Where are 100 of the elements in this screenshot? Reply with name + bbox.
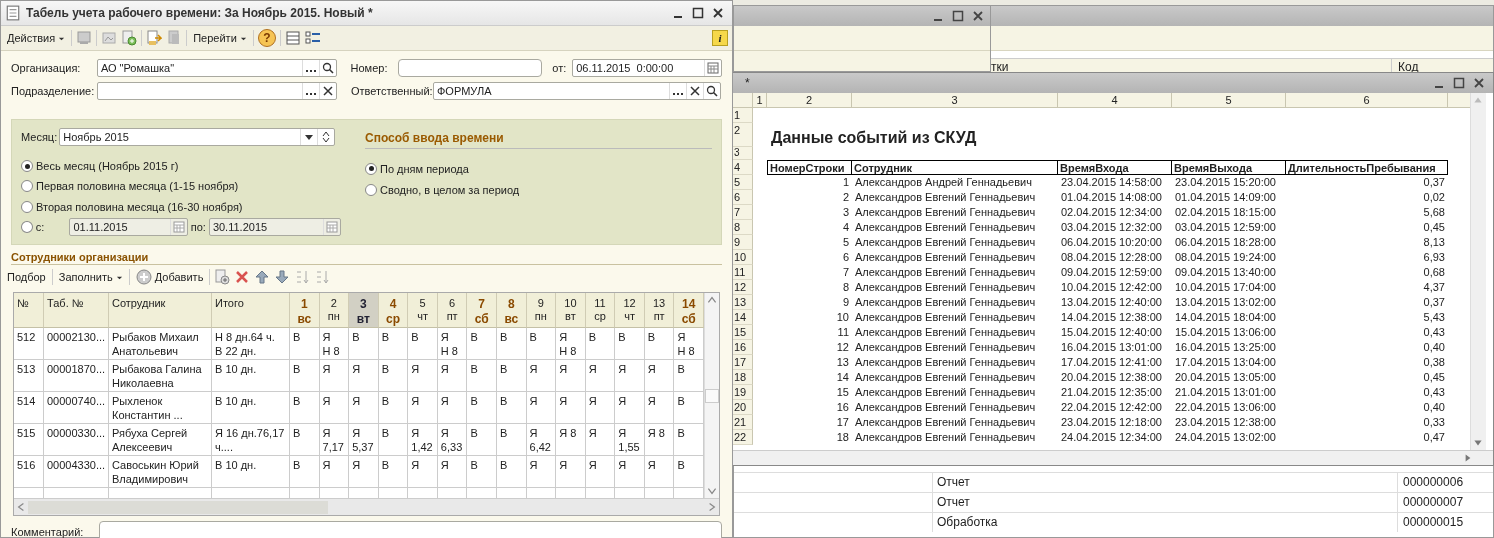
table-cell-text: 2 xyxy=(841,190,850,205)
scrollbar[interactable] xyxy=(14,498,719,515)
table-cell-text: Александров Евгений Геннадьевич xyxy=(854,340,1037,355)
radio-button[interactable] xyxy=(365,162,377,175)
calendar-icon[interactable] xyxy=(704,60,721,76)
day-header[interactable]: 13 пт xyxy=(644,293,675,328)
pick-button[interactable]: Подбор xyxy=(5,270,48,284)
calendar-icon[interactable] xyxy=(169,219,187,236)
table-cell-text: 0,38 xyxy=(1422,355,1446,370)
day-header[interactable]: 6 пт xyxy=(437,293,468,328)
table-cell-text: Александров Евгений Геннадьевич xyxy=(854,355,1037,370)
add-button[interactable]: Добавить xyxy=(133,268,206,286)
row-number: 6 xyxy=(733,190,753,205)
day-header[interactable]: 7 сб xyxy=(467,293,497,328)
table-cell: Я 6,42 xyxy=(526,424,557,456)
section-title: Сотрудники организации xyxy=(11,251,722,265)
end-date-field[interactable]: 30.11.2015 xyxy=(208,218,341,237)
ellipsis-icon[interactable] xyxy=(301,60,319,76)
maximize-icon[interactable] xyxy=(952,10,964,22)
day-header[interactable]: 3 вт xyxy=(349,293,379,328)
table-cell: Я xyxy=(556,360,586,392)
table-cell: В xyxy=(467,360,497,392)
day-header[interactable]: 5 чт xyxy=(408,293,438,328)
radio-button[interactable] xyxy=(21,160,33,173)
scroll-thumb[interactable] xyxy=(705,388,719,403)
radio-button[interactable] xyxy=(21,200,33,213)
actions-menu[interactable]: Действия xyxy=(5,31,68,45)
table-cell-text: 0,37 xyxy=(1422,175,1446,190)
day-header[interactable]: 11 ср xyxy=(585,293,616,328)
info-button[interactable]: i xyxy=(712,30,728,46)
day-header[interactable]: 1 вс xyxy=(290,293,320,328)
table-cell-text: 08.04.2015 19:24:00 xyxy=(1174,250,1277,265)
table-cell-text: 16.04.2015 13:25:00 xyxy=(1174,340,1277,355)
scroll-thumb[interactable] xyxy=(28,500,328,514)
table-cell: 000000006 xyxy=(1397,473,1464,492)
scrollbar[interactable] xyxy=(733,450,1493,465)
maximize-icon[interactable] xyxy=(1453,77,1465,89)
list-icon[interactable] xyxy=(284,30,301,46)
close-icon[interactable] xyxy=(972,10,984,22)
close-icon[interactable] xyxy=(712,7,724,19)
scrollbar[interactable] xyxy=(1470,93,1486,450)
fill-menu[interactable]: Заполнить xyxy=(56,270,125,284)
calendar-icon[interactable] xyxy=(323,219,340,236)
ellipsis-icon[interactable] xyxy=(669,83,686,99)
arrow-up-icon[interactable] xyxy=(254,269,271,285)
radio-button[interactable] xyxy=(21,180,33,193)
table-cell-text: 0,33 xyxy=(1422,415,1446,430)
add-row-icon[interactable] xyxy=(214,269,231,285)
organization-field[interactable]: АО "Ромашка" xyxy=(96,59,337,77)
table-cell: В xyxy=(349,328,379,360)
day-header[interactable]: 14 сб xyxy=(674,293,704,328)
table-cell-text: 8 xyxy=(841,280,850,295)
table-cell-text: 0,45 xyxy=(1422,220,1446,235)
month-field[interactable]: Ноябрь 2015 xyxy=(59,128,336,146)
help-button[interactable]: ? xyxy=(257,29,276,47)
day-header[interactable]: 8 вс xyxy=(497,293,527,328)
form-icon[interactable] xyxy=(76,30,93,46)
post-document-icon[interactable] xyxy=(146,30,163,46)
image-icon[interactable] xyxy=(101,30,118,46)
checklist-icon[interactable] xyxy=(304,30,321,46)
table-cell-text: 09.04.2015 13:40:00 xyxy=(1174,265,1277,280)
scrollbar[interactable] xyxy=(704,293,719,498)
search-icon[interactable] xyxy=(318,60,336,76)
table-cell: Я 8 xyxy=(556,424,586,456)
day-header[interactable]: 9 пн xyxy=(526,293,557,328)
department-field[interactable] xyxy=(97,82,337,100)
table-cell: Рыбаков Михаил Анатольевич xyxy=(109,328,212,360)
delete-icon[interactable] xyxy=(234,269,251,285)
table-cell: В xyxy=(378,392,409,424)
number-field[interactable] xyxy=(398,59,543,77)
search-icon[interactable] xyxy=(703,83,720,99)
date-field[interactable]: 06.11.2015 0:00:00 xyxy=(572,59,722,77)
day-header[interactable]: 4 ср xyxy=(378,293,409,328)
close-icon[interactable] xyxy=(1473,77,1485,89)
table-cell-text: Александров Евгений Геннадьевич xyxy=(854,235,1037,250)
maximize-icon[interactable] xyxy=(692,7,704,19)
row-number: 10 xyxy=(733,250,753,265)
table-cell: В xyxy=(290,424,320,456)
row-number: 19 xyxy=(733,385,753,400)
add-document-icon[interactable] xyxy=(121,30,138,46)
day-header[interactable]: 2 пн xyxy=(319,293,350,328)
arrow-down-icon[interactable] xyxy=(274,269,291,285)
radio-button[interactable] xyxy=(21,221,33,234)
comment-field[interactable] xyxy=(99,521,722,538)
clear-icon[interactable] xyxy=(319,83,336,99)
day-header[interactable]: 12 чт xyxy=(615,293,645,328)
start-date-field[interactable]: 01.11.2015 xyxy=(69,218,188,237)
table-cell: В xyxy=(290,328,320,360)
responsible-field[interactable]: ФОРМУЛА xyxy=(433,82,721,100)
table-cell: В xyxy=(467,456,497,488)
radio-button[interactable] xyxy=(365,183,377,196)
table-cell-text: 6 xyxy=(841,250,850,265)
goto-menu[interactable]: Перейти xyxy=(191,31,249,45)
ellipsis-icon[interactable] xyxy=(302,83,319,99)
table-cell-text: 03.04.2015 12:32:00 xyxy=(1060,220,1163,235)
table-cell-text: 16.04.2015 13:01:00 xyxy=(1060,340,1163,355)
table-cell: Савоськин Юрий Владимирович xyxy=(109,456,212,488)
day-header[interactable]: 10 вт xyxy=(556,293,586,328)
table-cell-text: 20.04.2015 12:38:00 xyxy=(1060,370,1163,385)
clear-icon[interactable] xyxy=(686,83,703,99)
